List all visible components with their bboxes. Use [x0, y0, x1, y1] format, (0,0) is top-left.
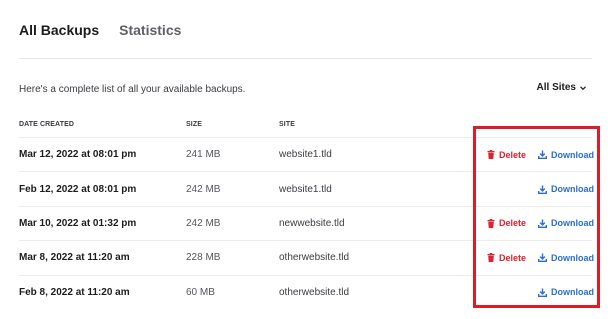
table-row: Mar 10, 2022 at 01:32 pm 242 MB newwebsite… [19, 205, 594, 240]
tabs-divider [19, 58, 592, 59]
table-row: Mar 12, 2022 at 08:01 pm 241 MB website1.t… [19, 137, 594, 171]
delete-label: Delete [499, 218, 527, 229]
delete-button[interactable]: Delete [487, 241, 526, 274]
download-icon [538, 288, 547, 297]
column-header-size: SIZE [186, 121, 202, 128]
download-label: Download [551, 287, 594, 298]
chevron-down-icon [579, 84, 587, 92]
backup-size: 228 MB [186, 252, 221, 264]
intro-text: Here's a complete list of all your avail… [19, 84, 246, 95]
download-button[interactable]: Download [538, 138, 594, 171]
download-button[interactable]: Download [538, 276, 594, 309]
table-row: Mar 8, 2022 at 11:20 am 228 MB otherwebsit… [19, 240, 594, 274]
backup-date: Mar 10, 2022 at 01:32 pm [19, 217, 137, 229]
tab-all-backups[interactable]: All Backups [19, 22, 99, 38]
backup-site: website1.tld [279, 183, 332, 195]
download-label: Download [551, 218, 594, 229]
backups-table: Mar 12, 2022 at 08:01 pm 241 MB website1.t… [19, 137, 594, 309]
download-button[interactable]: Download [538, 207, 594, 240]
tab-statistics[interactable]: Statistics [119, 22, 181, 38]
backup-date: Feb 8, 2022 at 11:20 am [19, 286, 130, 298]
table-row: Feb 8, 2022 at 11:20 am 60 MB otherwebsite… [19, 274, 594, 309]
backup-date: Mar 12, 2022 at 08:01 pm [19, 149, 137, 161]
backup-size: 242 MB [186, 217, 221, 229]
table-row: Feb 12, 2022 at 08:01 pm 242 MB website1.t… [19, 171, 594, 205]
column-header-site: SITE [279, 121, 295, 128]
trash-icon [487, 218, 495, 228]
delete-button[interactable]: Delete [487, 138, 526, 171]
download-icon [538, 219, 547, 228]
download-label: Download [551, 252, 594, 263]
download-label: Download [551, 184, 594, 195]
download-button[interactable]: Download [538, 172, 594, 205]
trash-icon [487, 253, 495, 263]
site-filter-dropdown[interactable]: All Sites [537, 82, 587, 93]
download-icon [538, 150, 547, 160]
delete-button[interactable]: Delete [487, 207, 526, 240]
column-header-date: DATE CREATED [19, 121, 74, 128]
delete-label: Delete [499, 149, 527, 160]
download-icon [538, 253, 547, 263]
delete-label: Delete [499, 252, 527, 263]
backup-site: website1.tld [279, 149, 332, 161]
backup-size: 241 MB [186, 149, 221, 161]
backup-size: 60 MB [186, 286, 215, 298]
backup-date: Feb 12, 2022 at 08:01 pm [19, 183, 137, 195]
backup-site: otherwebsite.tld [279, 286, 350, 298]
tab-bar: All Backups Statistics [19, 20, 201, 40]
download-button[interactable]: Download [538, 241, 594, 274]
backup-site: newwebsite.tld [279, 217, 345, 229]
backup-date: Mar 8, 2022 at 11:20 am [19, 252, 130, 264]
backup-site: otherwebsite.tld [279, 252, 350, 264]
backup-size: 242 MB [186, 183, 221, 195]
download-icon [538, 185, 547, 194]
site-filter-label: All Sites [536, 82, 576, 93]
download-label: Download [551, 149, 594, 160]
trash-icon [487, 150, 495, 160]
